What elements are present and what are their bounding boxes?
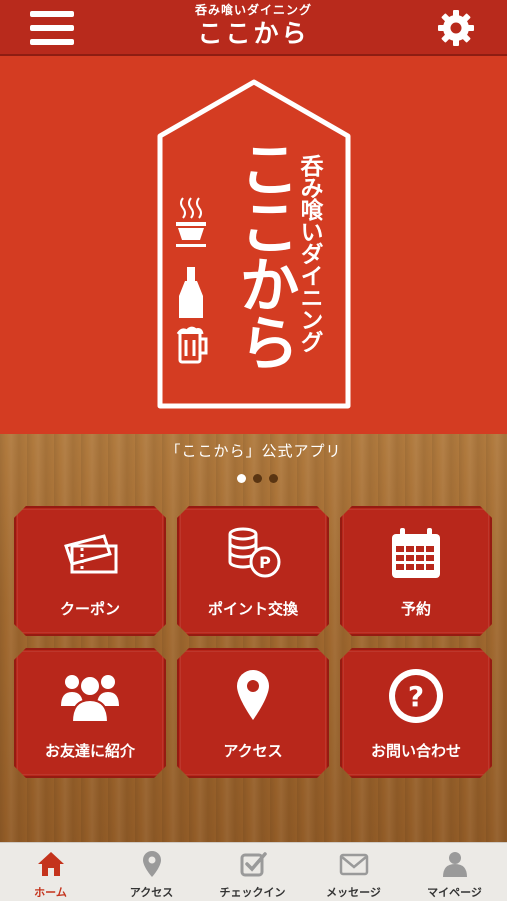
refer-friend-tile[interactable]: お友達に紹介 xyxy=(14,648,166,778)
group-icon xyxy=(61,675,119,723)
home-icon xyxy=(38,852,64,876)
logo-sub-text: 呑み喰いダイニング xyxy=(296,154,323,352)
tab-message-label: メッセージ xyxy=(326,886,381,899)
carousel-dot[interactable] xyxy=(253,474,262,483)
brand-subtitle: 呑み喰いダイニング xyxy=(194,3,312,17)
calendar-icon xyxy=(392,528,440,578)
person-icon xyxy=(443,852,467,877)
tab-mypage[interactable]: マイページ xyxy=(404,843,505,901)
contact-label: お問い合わせ xyxy=(370,742,461,760)
carousel-dot[interactable] xyxy=(269,474,278,483)
logo-main-text: ここから xyxy=(229,138,299,370)
refer-friend-label: お友達に紹介 xyxy=(44,742,135,760)
tab-access-label: アクセス xyxy=(129,886,174,899)
carousel-dots xyxy=(237,474,278,484)
bottom-tab-bar: ホーム アクセス チェックイン メッセージ マイページ xyxy=(0,842,507,901)
gear-icon[interactable] xyxy=(436,8,476,48)
reservation-tile[interactable]: 予約 xyxy=(340,506,492,636)
map-pin-icon xyxy=(237,670,269,720)
app-header: 呑み喰いダイニング ここから xyxy=(0,0,507,56)
point-exchange-tile[interactable]: P ポイント交換 xyxy=(177,506,329,636)
coupon-label: クーポン xyxy=(59,600,120,618)
tab-home-label: ホーム xyxy=(34,886,67,899)
tab-home[interactable]: ホーム xyxy=(0,843,101,901)
question-icon: ? xyxy=(389,669,443,723)
svg-text:?: ? xyxy=(408,680,424,713)
access-label: アクセス xyxy=(223,742,283,760)
wood-panel: 「ここから」公式アプリ クーポン P ポイント交換 予約 お友達に紹介 アクセス… xyxy=(0,434,507,842)
beer-mug-icon xyxy=(176,326,208,364)
app-caption: 「ここから」公式アプリ xyxy=(165,442,342,460)
reservation-label: 予約 xyxy=(400,600,431,618)
carousel-dot[interactable] xyxy=(237,474,246,483)
svg-text:P: P xyxy=(259,553,271,572)
point-exchange-label: ポイント交換 xyxy=(207,600,298,618)
contact-tile[interactable]: ? お問い合わせ xyxy=(340,648,492,778)
tab-checkin[interactable]: チェックイン xyxy=(202,843,303,901)
tab-checkin-label: チェックイン xyxy=(219,886,286,899)
ticket-icon xyxy=(64,534,118,574)
hamburger-menu-icon[interactable] xyxy=(30,11,74,45)
tab-mypage-label: マイページ xyxy=(427,886,482,899)
envelope-icon xyxy=(339,853,369,876)
brand-title: ここから xyxy=(197,19,310,48)
map-pin-icon xyxy=(143,851,161,877)
tab-access[interactable]: アクセス xyxy=(101,843,202,901)
access-tile[interactable]: アクセス xyxy=(177,648,329,778)
bowl-icon xyxy=(176,197,206,247)
coupon-tile[interactable]: クーポン xyxy=(14,506,166,636)
sake-bottle-icon xyxy=(179,267,203,318)
coins-points-icon: P xyxy=(228,527,281,578)
tab-message[interactable]: メッセージ xyxy=(303,843,404,901)
checkbox-icon xyxy=(240,852,267,877)
hero-banner[interactable]: ここから 呑み喰いダイニング xyxy=(0,56,507,434)
brand-logo: 呑み喰いダイニング ここから xyxy=(140,2,367,50)
